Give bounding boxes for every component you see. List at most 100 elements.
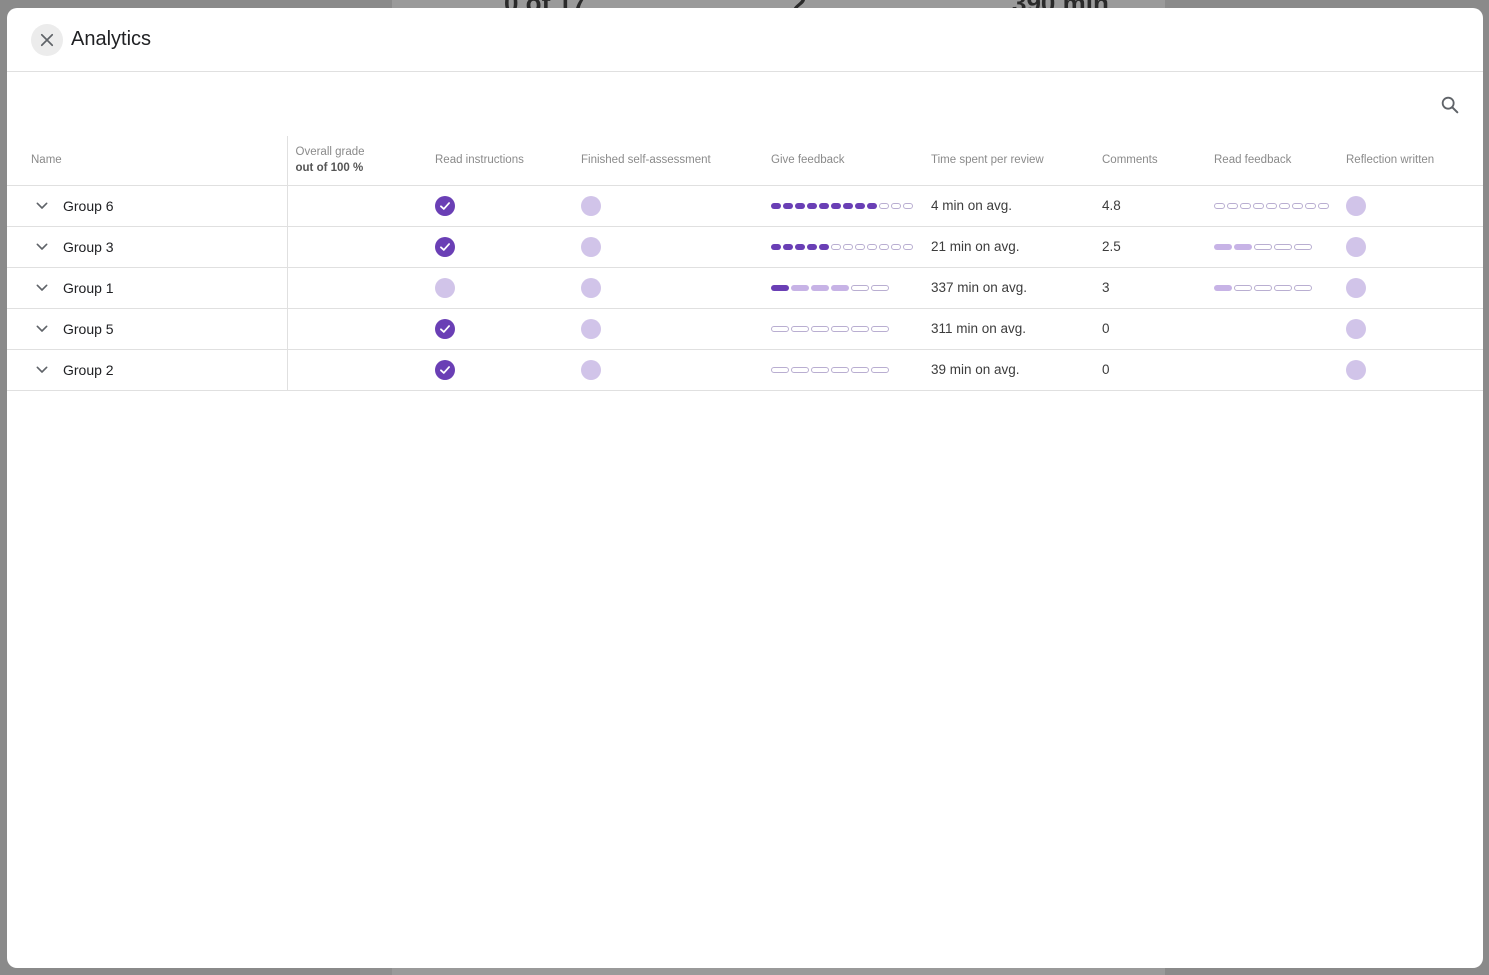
- read-feedback-cell: [1206, 225, 1338, 267]
- read-instructions-cell: [427, 225, 573, 267]
- expand-button[interactable]: [31, 195, 53, 217]
- read-feedback-progress: [1214, 285, 1312, 292]
- read-instructions-cell: [427, 184, 573, 226]
- comments-value: 3: [1102, 280, 1110, 295]
- pending-dot-icon: [581, 359, 601, 380]
- search-icon: [1441, 96, 1459, 114]
- progress-segment-full: [795, 203, 805, 210]
- column-header-self-assessment[interactable]: Finished self-assessment: [573, 136, 763, 185]
- search-button[interactable]: [1439, 94, 1463, 118]
- progress-segment-empty: [871, 285, 889, 292]
- progress-segment-empty: [771, 367, 789, 374]
- table-row-group-5[interactable]: Group 5 311 min on avg. 0: [7, 307, 1483, 349]
- read-instructions-cell: [427, 307, 573, 349]
- expand-button[interactable]: [31, 236, 53, 258]
- close-button[interactable]: [31, 23, 63, 56]
- expand-button[interactable]: [31, 277, 53, 299]
- reflection-cell: [1338, 348, 1483, 391]
- progress-segment-full: [783, 203, 793, 210]
- self-assessment-cell: [573, 184, 763, 226]
- pending-dot-icon: [1346, 195, 1366, 216]
- comments-cell: 0: [1094, 348, 1206, 391]
- progress-segment-full: [819, 244, 829, 251]
- progress-segment-partial: [831, 285, 849, 292]
- table-row-group-3[interactable]: Group 3 21 min on avg. 2.5: [7, 225, 1483, 267]
- column-header-time-spent[interactable]: Time spent per review: [923, 136, 1094, 185]
- read-feedback-cell: [1206, 184, 1338, 226]
- expand-button[interactable]: [31, 359, 53, 381]
- pending-dot-icon: [581, 236, 601, 257]
- progress-segment-empty: [1234, 285, 1252, 292]
- read-instructions-cell: [427, 348, 573, 391]
- progress-segment-empty: [855, 244, 865, 251]
- time-spent-cell: 337 min on avg.: [923, 266, 1094, 308]
- read-instructions-cell: [427, 266, 573, 308]
- grade-cell: [287, 307, 427, 349]
- progress-segment-partial: [1214, 244, 1232, 251]
- give-feedback-cell: [763, 225, 923, 267]
- grade-header-sub: out of 100 %: [295, 162, 364, 175]
- check-circle-icon: [435, 195, 455, 216]
- progress-segment-empty: [1266, 203, 1277, 210]
- table-row-group-6[interactable]: Group 6 4 min on avg. 4.8: [7, 184, 1483, 226]
- check-circle-icon: [435, 318, 455, 339]
- name-wrap: Group 5: [31, 318, 287, 340]
- comments-value: 0: [1102, 321, 1110, 336]
- pending-dot-icon: [1346, 359, 1366, 380]
- progress-segment-empty: [1274, 285, 1292, 292]
- comments-value: 0: [1102, 362, 1110, 377]
- pending-dot-icon: [1346, 236, 1366, 257]
- analytics-table: Name Overall grade out of 100 % Read ins…: [7, 136, 1483, 391]
- progress-segment-partial: [1214, 285, 1232, 292]
- grade-cell: [287, 184, 427, 226]
- time-spent-cell: 4 min on avg.: [923, 184, 1094, 226]
- column-header-read-instructions[interactable]: Read instructions: [427, 136, 573, 185]
- progress-segment-empty: [903, 203, 913, 210]
- grade-cell: [287, 266, 427, 308]
- progress-segment-empty: [851, 285, 869, 292]
- give-feedback-cell: [763, 266, 923, 308]
- read-feedback-cell: [1206, 307, 1338, 349]
- progress-segment-empty: [1253, 203, 1264, 210]
- progress-segment-full: [771, 203, 781, 210]
- column-header-read-feedback[interactable]: Read feedback: [1206, 136, 1338, 185]
- progress-segment-empty: [1294, 285, 1312, 292]
- progress-segment-empty: [867, 244, 877, 251]
- progress-segment-empty: [891, 203, 901, 210]
- progress-segment-empty: [879, 203, 889, 210]
- table-row-group-1[interactable]: Group 1 337 min on avg. 3: [7, 266, 1483, 308]
- name-cell: Group 5: [7, 307, 288, 349]
- name-wrap: Group 1: [31, 277, 287, 299]
- read-feedback-cell: [1206, 348, 1338, 391]
- progress-segment-empty: [851, 326, 869, 333]
- table-row-group-2[interactable]: Group 2 39 min on avg. 0: [7, 348, 1483, 391]
- progress-segment-full: [807, 244, 817, 251]
- column-header-grade[interactable]: Overall grade out of 100 %: [287, 136, 427, 185]
- give-feedback-progress: [771, 326, 889, 333]
- progress-segment-full: [783, 244, 793, 251]
- chevron-down-icon: [36, 325, 48, 332]
- name-wrap: Group 3: [31, 236, 287, 258]
- comments-cell: 2.5: [1094, 225, 1206, 267]
- self-assessment-cell: [573, 307, 763, 349]
- expand-button[interactable]: [31, 318, 53, 340]
- column-header-comments[interactable]: Comments: [1094, 136, 1206, 185]
- comments-cell: 3: [1094, 266, 1206, 308]
- give-feedback-cell: [763, 307, 923, 349]
- progress-segment-full: [855, 203, 865, 210]
- progress-segment-empty: [1214, 203, 1225, 210]
- modal-title: Analytics: [71, 28, 152, 50]
- progress-segment-empty: [1254, 285, 1272, 292]
- progress-segment-full: [771, 285, 789, 292]
- column-header-give-feedback[interactable]: Give feedback: [763, 136, 923, 185]
- group-name: Group 5: [63, 320, 114, 337]
- pending-dot-icon: [1346, 318, 1366, 339]
- progress-segment-empty: [871, 326, 889, 333]
- reflection-cell: [1338, 225, 1483, 267]
- pending-dot-icon: [581, 195, 601, 216]
- progress-segment-partial: [811, 285, 829, 292]
- column-header-name[interactable]: Name: [7, 136, 288, 185]
- column-header-reflection[interactable]: Reflection written: [1338, 136, 1483, 185]
- group-name: Group 6: [63, 197, 114, 214]
- progress-segment-empty: [1305, 203, 1316, 210]
